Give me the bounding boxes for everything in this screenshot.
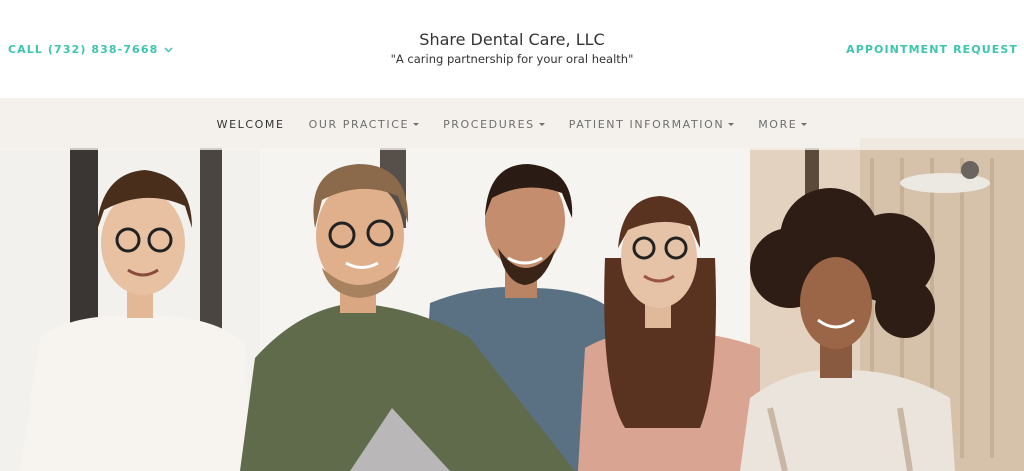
hero-image <box>0 98 1024 471</box>
nav-item-more[interactable]: MORE <box>758 117 808 131</box>
caret-down-icon <box>728 122 735 126</box>
site-header: CALL (732) 838-7668 Share Dental Care, L… <box>0 0 1024 98</box>
nav-item-label: OUR PRACTICE <box>308 117 410 131</box>
team-photo <box>0 98 1024 471</box>
nav-item-welcome[interactable]: WELCOME <box>217 118 285 131</box>
appointment-request-link[interactable]: APPOINTMENT REQUEST <box>846 43 1018 56</box>
caret-down-icon <box>413 122 420 126</box>
nav-item-label: PATIENT INFORMATION <box>568 117 725 131</box>
caret-down-icon <box>538 122 545 126</box>
nav-item-label: WELCOME <box>216 117 285 131</box>
nav-item-patient-information[interactable]: PATIENT INFORMATION <box>568 117 735 131</box>
nav-item-label: MORE <box>758 117 798 131</box>
nav-item-our-practice[interactable]: OUR PRACTICE <box>309 118 420 131</box>
caret-down-icon <box>801 122 808 126</box>
nav-item-label: PROCEDURES <box>443 117 535 131</box>
main-navigation: WELCOME OUR PRACTICE PROCEDURES PATIENT … <box>0 98 1024 150</box>
nav-item-procedures[interactable]: PROCEDURES <box>443 118 545 131</box>
